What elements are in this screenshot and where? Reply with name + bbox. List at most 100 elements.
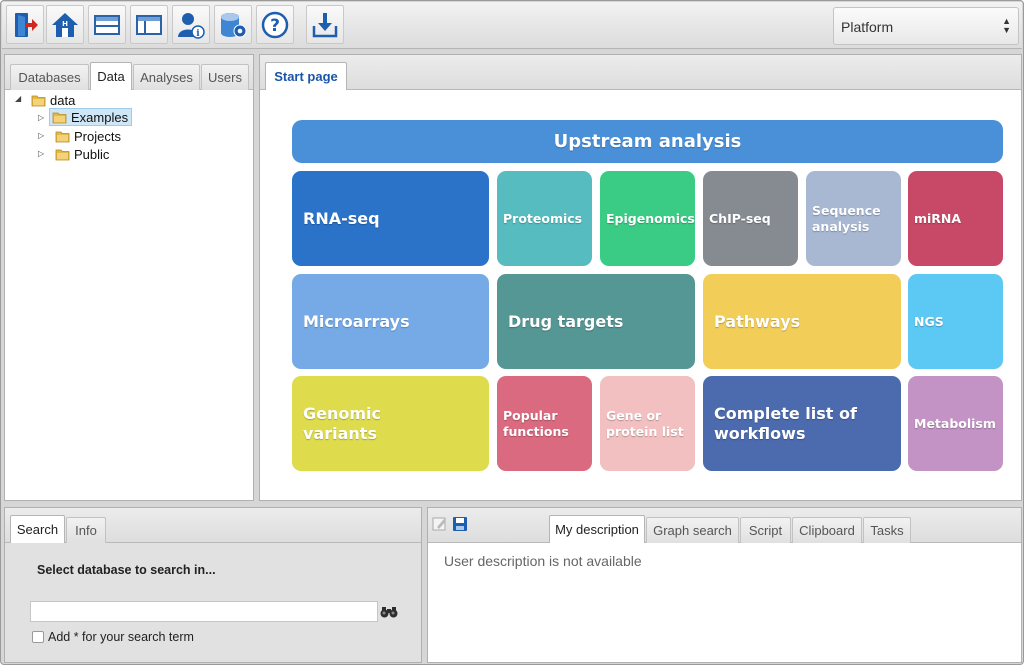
- tile-sequence-analysis[interactable]: Sequence analysis: [806, 171, 901, 266]
- tile-chip-seq[interactable]: ChIP-seq: [703, 171, 798, 266]
- document-tabs: Start page: [260, 55, 1021, 90]
- tab-label: Data: [97, 69, 125, 84]
- search-input[interactable]: [30, 601, 378, 622]
- tile-label: Microarrays: [303, 311, 410, 331]
- tree-node-examples[interactable]: Examples: [49, 108, 133, 126]
- download-button[interactable]: [306, 5, 344, 44]
- toolbar: H i ? Platform ▲ ▼: [2, 2, 1022, 49]
- save-button[interactable]: [452, 516, 468, 532]
- collapsed-arrow-icon[interactable]: ▷: [38, 131, 44, 140]
- tree-node-projects[interactable]: Projects: [55, 127, 121, 145]
- tab-label: Analyses: [140, 70, 193, 85]
- tree-node-public[interactable]: Public: [55, 145, 109, 163]
- tile-label: RNA-seq: [303, 208, 380, 228]
- tile-label: Drug targets: [508, 311, 624, 331]
- home-button[interactable]: H: [46, 5, 84, 44]
- tile-label: Pathways: [714, 311, 801, 331]
- collapsed-arrow-icon[interactable]: ▷: [38, 113, 44, 122]
- tile-popular-functions[interactable]: Popular functions: [497, 376, 592, 471]
- start-page-panel: Start page Upstream analysis RNA-seq Prote…: [259, 54, 1022, 501]
- tab-start-page[interactable]: Start page: [265, 62, 347, 90]
- tree-node-label: Public: [74, 146, 110, 162]
- tile-microarrays[interactable]: Microarrays: [292, 274, 489, 369]
- tile-label: NGS: [914, 313, 944, 329]
- tile-mirna[interactable]: miRNA: [908, 171, 1003, 266]
- tile-upstream-analysis[interactable]: Upstream analysis: [292, 120, 1003, 163]
- exit-icon: [15, 12, 38, 37]
- layout-horizontal-button[interactable]: [88, 5, 126, 44]
- help-button[interactable]: ?: [256, 5, 294, 44]
- svg-text:i: i: [196, 29, 200, 39]
- tile-label: Epigenomics: [606, 210, 695, 226]
- tab-label: Info: [75, 523, 97, 538]
- tab-script[interactable]: Script: [740, 517, 791, 543]
- tab-label: Search: [16, 522, 59, 537]
- exit-button[interactable]: [6, 5, 44, 44]
- svg-text:?: ?: [270, 16, 280, 36]
- tree-node-label: data: [50, 92, 76, 108]
- tab-graph-search[interactable]: Graph search: [646, 517, 739, 543]
- search-heading: Select database to search in...: [37, 563, 216, 577]
- save-icon: [453, 517, 467, 531]
- tab-tasks[interactable]: Tasks: [863, 517, 911, 543]
- help-icon: ?: [261, 11, 289, 38]
- tile-pathways[interactable]: Pathways: [703, 274, 901, 369]
- tile-metabolism[interactable]: Metabolism: [908, 376, 1003, 471]
- tab-label: Script: [748, 523, 783, 538]
- tab-label: My description: [555, 522, 639, 537]
- tab-clipboard[interactable]: Clipboard: [792, 517, 862, 543]
- edit-button[interactable]: [432, 516, 448, 532]
- collapsed-arrow-icon[interactable]: ▷: [38, 149, 44, 158]
- search-button[interactable]: [378, 601, 400, 622]
- tile-label: Genomic variants: [303, 403, 382, 443]
- tab-databases[interactable]: Databases: [10, 64, 89, 90]
- tree-node-data[interactable]: data: [31, 91, 75, 109]
- home-icon: H: [52, 12, 78, 37]
- svg-text:H: H: [62, 20, 68, 28]
- app-window: H i ? Platform ▲ ▼ Databases Data Analys…: [0, 0, 1024, 665]
- tab-users[interactable]: Users: [201, 64, 249, 90]
- expanded-arrow-icon[interactable]: ◢: [15, 94, 21, 103]
- database-settings-button[interactable]: [214, 5, 252, 44]
- select-arrows-icon: ▲ ▼: [1002, 16, 1011, 35]
- tile-drug-targets[interactable]: Drug targets: [497, 274, 695, 369]
- platform-select[interactable]: Platform ▲ ▼: [833, 7, 1019, 45]
- repository-panel: Databases Data Analyses Users ◢ data ▷ E…: [4, 54, 254, 501]
- tile-label: Metabolism: [914, 415, 996, 431]
- tab-label: Databases: [18, 70, 81, 85]
- tile-label: Complete list of workflows: [714, 403, 857, 443]
- tile-label: Proteomics: [503, 210, 583, 226]
- folder-icon: [52, 111, 67, 124]
- folder-icon: [31, 94, 46, 107]
- search-panel: Search Info Select database to search in…: [4, 507, 422, 663]
- tab-analyses[interactable]: Analyses: [133, 64, 200, 90]
- folder-icon: [55, 148, 70, 161]
- tab-data[interactable]: Data: [90, 62, 132, 90]
- tile-rna-seq[interactable]: RNA-seq: [292, 171, 489, 266]
- user-info-button[interactable]: i: [172, 5, 210, 44]
- database-settings-icon: [221, 12, 247, 37]
- edit-icon: [432, 517, 446, 531]
- tab-label: Graph search: [653, 523, 732, 538]
- tree-node-label: Examples: [71, 109, 129, 125]
- tab-my-description[interactable]: My description: [549, 515, 645, 543]
- tile-epigenomics[interactable]: Epigenomics: [600, 171, 695, 266]
- tab-search[interactable]: Search: [10, 515, 65, 543]
- tab-label: Tasks: [870, 523, 904, 538]
- tile-label: Sequence analysis: [812, 203, 881, 234]
- tab-label: Clipboard: [799, 523, 855, 538]
- layout-horizontal-icon: [94, 14, 120, 35]
- tile-ngs[interactable]: NGS: [908, 274, 1003, 369]
- tile-proteomics[interactable]: Proteomics: [497, 171, 592, 266]
- tile-label: miRNA: [914, 210, 962, 226]
- description-message: User description is not available: [444, 553, 642, 569]
- tile-complete-list-of-workflows[interactable]: Complete list of workflows: [703, 376, 901, 471]
- tile-label: Popular functions: [503, 408, 569, 439]
- wildcard-option: Add * for your search term: [32, 630, 194, 644]
- tile-genomic-variants[interactable]: Genomic variants: [292, 376, 489, 471]
- wildcard-checkbox[interactable]: [32, 631, 44, 643]
- tab-info[interactable]: Info: [66, 517, 106, 543]
- layout-vertical-icon: [136, 14, 162, 35]
- layout-vertical-button[interactable]: [130, 5, 168, 44]
- tile-gene-or-protein-list[interactable]: Gene or protein list: [600, 376, 695, 471]
